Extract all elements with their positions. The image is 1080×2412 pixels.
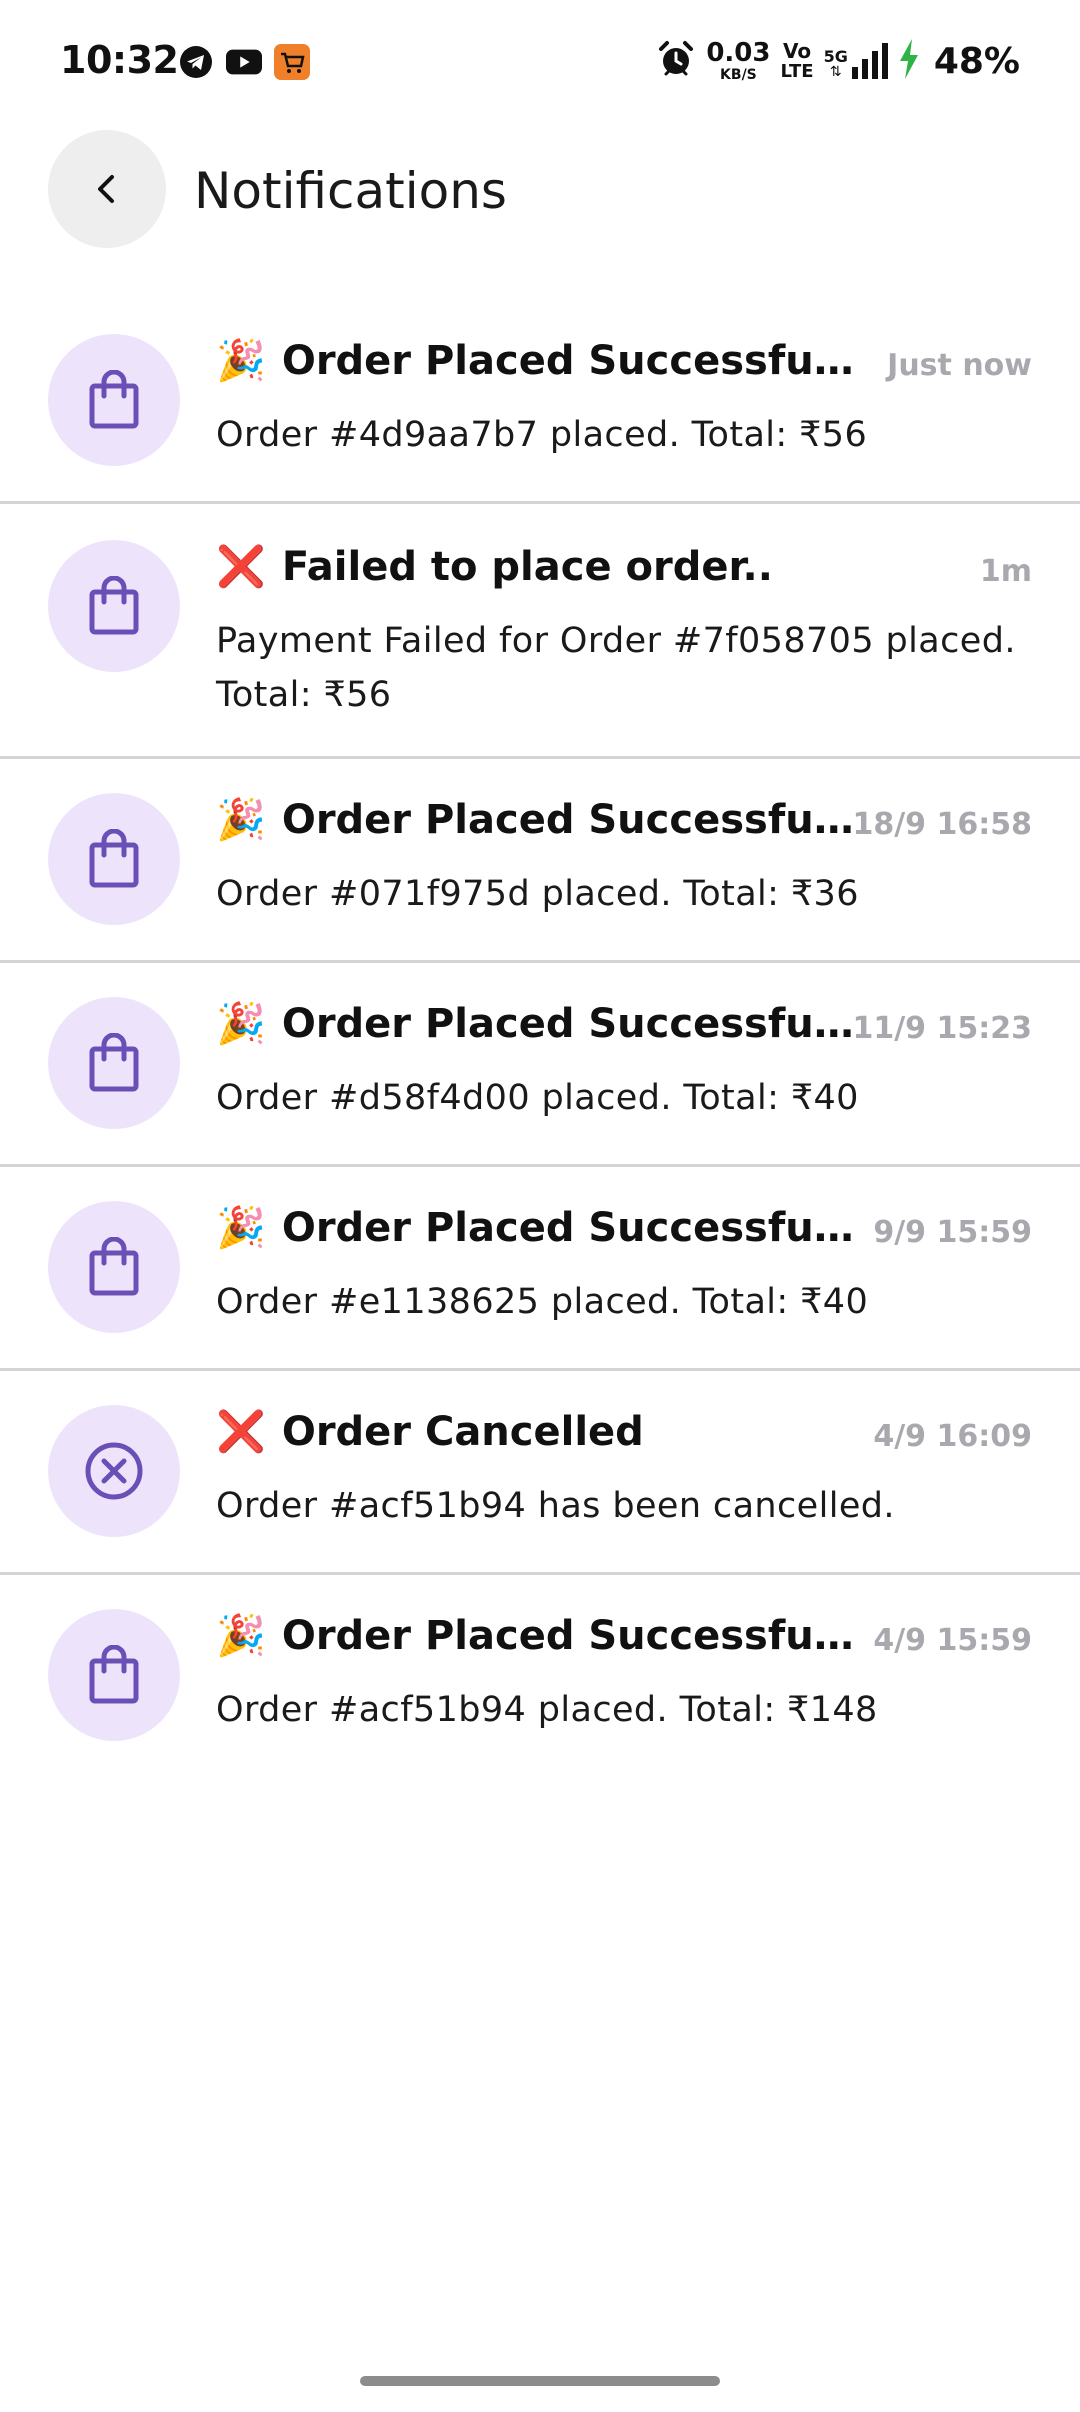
notification-time: 9/9 15:59 [873,1215,1032,1250]
cross-mark-icon: ❌ [216,1409,266,1455]
notification-body: Order #d58f4d00 placed. Total: ₹40 [216,1078,859,1118]
shop-app-icon [274,44,310,80]
network-type: 5G [823,47,848,66]
notification-title: 🎉 Order Placed Successfully! [216,1613,856,1659]
home-indicator[interactable] [360,2376,720,2386]
shopping-bag-icon [89,370,139,429]
notification-title: ❌ Order Cancelled [216,1409,644,1455]
data-arrows-icon: ⇅ [829,64,842,80]
notification-body: Order #4d9aa7b7 placed. Total: ₹56 [216,415,868,455]
notification-title-text: Order Placed Successfully! [281,1613,856,1659]
page-title: Notifications [194,162,507,220]
notification-title: 🎉 Order Placed Successfull... [216,797,856,843]
notification-item[interactable]: 🎉 Order Placed Successfully! 9/9 15:59 O… [0,1167,1080,1371]
notification-avatar [48,997,180,1129]
notification-time: 4/9 16:09 [873,1419,1032,1454]
notification-time: 4/9 15:59 [873,1623,1032,1658]
notification-avatar [48,1405,180,1537]
status-bar: 10:32 0.03 KB/S Vo LTE 5G ⇅ 48% [0,0,1080,125]
telegram-icon [178,44,214,80]
party-popper-icon: 🎉 [216,1205,266,1251]
notification-title-text: Order Cancelled [281,1409,644,1455]
volte-bottom: LTE [780,61,814,82]
shopping-bag-icon [89,829,139,888]
notification-time: 18/9 16:58 [852,807,1032,842]
charging-icon [898,39,920,83]
party-popper-icon: 🎉 [216,338,266,384]
notification-avatar [48,793,180,925]
notification-avatar [48,1609,180,1741]
notification-item[interactable]: ❌ Order Cancelled 4/9 16:09 Order #acf51… [0,1371,1080,1575]
notification-body: Order #acf51b94 has been cancelled. [216,1486,895,1526]
cross-mark-icon: ❌ [216,544,266,590]
status-right-group: 0.03 KB/S Vo LTE 5G ⇅ 48% [656,36,1020,86]
shopping-bag-icon [89,1237,139,1296]
notification-title-text: Order Placed Successfully! [281,338,856,384]
notification-time: 11/9 15:23 [852,1011,1032,1046]
notification-time: Just now [887,348,1032,383]
back-button[interactable] [48,130,166,248]
network-speed: 0.03 KB/S [706,40,770,82]
notification-avatar [48,1201,180,1333]
party-popper-icon: 🎉 [216,1001,266,1047]
net-speed-unit: KB/S [720,67,757,83]
notification-item[interactable]: ❌ Failed to place order.. 1m Payment Fai… [0,504,1080,759]
notification-title: 🎉 Order Placed Successfully! [216,1205,856,1251]
notification-title: 🎉 Order Placed Successfull... [216,1001,856,1047]
notification-item[interactable]: 🎉 Order Placed Successfully! Just now Or… [0,300,1080,504]
notification-body: Order #e1138625 placed. Total: ₹40 [216,1282,869,1322]
notification-body: Order #071f975d placed. Total: ₹36 [216,874,859,914]
notification-title: 🎉 Order Placed Successfully! [216,338,856,384]
shopping-bag-icon [89,576,139,635]
battery-percent: 48% [933,40,1020,82]
notification-item[interactable]: 🎉 Order Placed Successfull... 18/9 16:58… [0,759,1080,963]
notification-body: Order #acf51b94 placed. Total: ₹148 [216,1690,878,1730]
chevron-left-icon [98,175,114,203]
shopping-bag-icon [89,1033,139,1092]
notification-title: ❌ Failed to place order.. [216,544,773,590]
shopping-bag-icon [89,1645,139,1704]
status-app-icons [178,44,310,80]
alarm-icon [656,39,696,83]
notification-title-text: Failed to place order.. [281,544,773,590]
party-popper-icon: 🎉 [216,1613,266,1659]
notification-avatar [48,540,180,672]
net-speed-value: 0.03 [706,38,771,68]
volte-top: Vo [782,39,812,63]
signal-icon: 5G ⇅ [824,43,888,79]
notification-item[interactable]: 🎉 Order Placed Successfully! 4/9 15:59 O… [0,1575,1080,1779]
notification-title-text: Order Placed Successfull... [281,797,856,843]
notification-list: 🎉 Order Placed Successfully! Just now Or… [0,300,1080,1779]
volte-indicator: Vo LTE [780,41,813,81]
app-header: Notifications [0,130,1080,255]
cancel-circle-icon [85,1442,143,1500]
notification-item[interactable]: 🎉 Order Placed Successfull... 11/9 15:23… [0,963,1080,1167]
notification-avatar [48,334,180,466]
notification-title-text: Order Placed Successfull... [281,1001,856,1047]
status-time: 10:32 [60,38,179,82]
notification-body: Payment Failed for Order #7f058705 place… [216,621,1016,715]
youtube-icon [226,44,262,80]
party-popper-icon: 🎉 [216,797,266,843]
notification-title-text: Order Placed Successfully! [281,1205,856,1251]
notification-time: 1m [979,554,1032,589]
